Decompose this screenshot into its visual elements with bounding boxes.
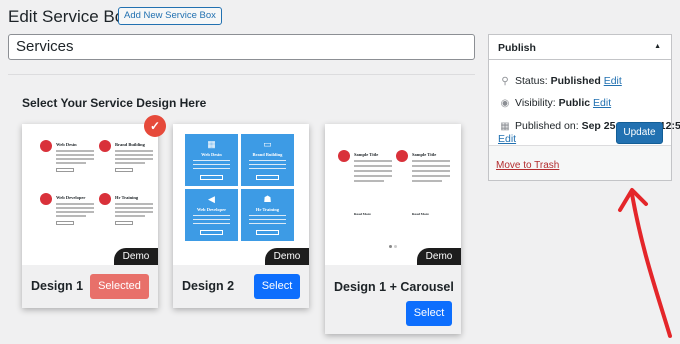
card-footer: Design 1 Selected: [22, 265, 158, 308]
caret-up-icon[interactable]: ▲: [654, 43, 661, 50]
eye-icon: ◉: [500, 98, 510, 109]
service-title: Hr Training: [255, 207, 280, 212]
status-value: Published: [550, 75, 601, 87]
select-button[interactable]: Select: [406, 301, 452, 326]
service-icon: [99, 193, 111, 205]
design-2-preview: ▦ Web Desin ▭ Brand Building ◀ Web Devel…: [173, 124, 309, 265]
service-title: Hr Training: [115, 195, 139, 200]
arrow-annotation: [618, 188, 672, 338]
pin-icon: ⚲: [501, 76, 509, 87]
publish-actions: Move to Trash: [489, 145, 671, 180]
service-title: Web Developer: [196, 207, 227, 212]
published-edit-link[interactable]: Edit: [498, 133, 516, 145]
calculator-icon: ▦: [207, 139, 216, 149]
status-row: ⚲ Status: Published Edit: [498, 75, 622, 87]
service-title: Web Developer: [56, 195, 86, 200]
move-to-trash-link[interactable]: Move to Trash: [496, 160, 559, 171]
service-icon: [99, 140, 111, 152]
laptop-icon: ▭: [263, 139, 272, 149]
section-heading: Select Your Service Design Here: [22, 96, 207, 110]
status-edit-link[interactable]: Edit: [604, 75, 622, 87]
service-icon: [40, 193, 52, 205]
divider: [8, 74, 475, 75]
status-label: Status:: [515, 75, 548, 87]
visibility-value: Public: [558, 97, 591, 109]
service-title: Sample Title: [412, 152, 437, 157]
add-new-service-box-button[interactable]: Add New Service Box: [118, 7, 222, 25]
post-title-input[interactable]: Services: [8, 34, 475, 60]
service-title: Brand Building: [252, 152, 283, 157]
visibility-row: ◉ Visibility: Public Edit: [498, 97, 611, 109]
update-button[interactable]: Update: [616, 122, 663, 144]
design-card-2[interactable]: ▦ Web Desin ▭ Brand Building ◀ Web Devel…: [173, 124, 309, 308]
users-icon: ☗: [263, 194, 272, 204]
service-tile: ◀ Web Developer: [185, 189, 238, 241]
service-tile: ▭ Brand Building: [241, 134, 294, 186]
service-title: Web Desin: [56, 142, 77, 147]
carousel-dots[interactable]: [389, 245, 399, 248]
service-title: Brand Building: [115, 142, 145, 147]
published-edit-row: Edit: [498, 133, 516, 145]
selected-button[interactable]: Selected: [90, 274, 149, 299]
publish-panel-title: Publish: [498, 42, 536, 54]
design-1-preview: Web Desin Brand Building Web Developer H…: [22, 124, 158, 265]
select-button[interactable]: Select: [254, 274, 300, 299]
service-icon: [396, 150, 408, 162]
design-card-3[interactable]: Sample Title Read More Sample Title Read…: [325, 124, 461, 334]
megaphone-icon: ◀: [208, 194, 215, 204]
carousel-preview: Sample Title Read More Sample Title Read…: [325, 124, 461, 265]
visibility-edit-link[interactable]: Edit: [593, 97, 611, 109]
service-icon: [338, 150, 350, 162]
design-name: Design 1: [31, 279, 84, 293]
service-title: Web Desin: [201, 152, 222, 157]
design-card-1[interactable]: Web Desin Brand Building Web Developer H…: [22, 115, 166, 308]
visibility-label: Visibility:: [515, 97, 556, 109]
demo-badge[interactable]: Demo: [417, 248, 461, 265]
read-more-text: Read More: [354, 212, 371, 216]
publish-panel-header[interactable]: Publish ▲: [489, 35, 671, 60]
checkmark-icon: ✓: [144, 115, 166, 137]
page-title: Edit Service Box: [8, 7, 133, 26]
design-name: Design 2: [182, 279, 235, 293]
read-more-text: Read More: [412, 212, 429, 216]
service-icon: [40, 140, 52, 152]
demo-badge[interactable]: Demo: [265, 248, 309, 265]
service-title: Sample Title: [354, 152, 379, 157]
calendar-icon: ▦: [500, 121, 510, 132]
service-tile: ☗ Hr Training: [241, 189, 294, 241]
demo-badge[interactable]: Demo: [114, 248, 158, 265]
publish-panel: Publish ▲ ⚲ Status: Published Edit ◉ Visib…: [488, 34, 680, 181]
design-name: Design 1 + Carousel: [334, 280, 454, 294]
published-label: Published on:: [515, 120, 579, 132]
service-tile: ▦ Web Desin: [185, 134, 238, 186]
card-footer: Design 2 Select: [173, 265, 309, 308]
card-footer: Design 1 + Carousel Select: [325, 265, 461, 334]
